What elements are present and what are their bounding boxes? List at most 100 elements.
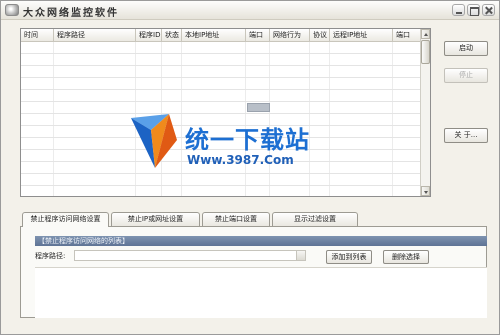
table-cell [162, 90, 182, 101]
watermark-url: Www.3987.Com [187, 153, 294, 167]
close-button[interactable] [482, 4, 495, 16]
table-cell [393, 162, 421, 173]
table-cell [330, 162, 393, 173]
table-cell [393, 138, 421, 149]
title-bar[interactable]: 大众网络监控软件 [1, 1, 499, 20]
table-cell [330, 66, 393, 77]
column-header[interactable]: 远程IP地址 [330, 29, 393, 42]
vertical-scrollbar[interactable] [420, 29, 430, 196]
table-cell [182, 186, 246, 196]
table-cell [270, 90, 310, 101]
table-cell [162, 54, 182, 65]
blocked-program-list[interactable] [35, 267, 487, 319]
table-cell [310, 90, 330, 101]
table-cell [330, 102, 393, 113]
table-cell [246, 42, 270, 53]
table-cell [162, 66, 182, 77]
table-row[interactable] [21, 186, 421, 196]
table-row[interactable] [21, 90, 421, 102]
table-header: 时间 程序路径 程序ID 状态 本地IP地址 端口 网络行为 协议 远程IP地址… [21, 29, 421, 42]
column-header[interactable]: 端口 [393, 29, 421, 42]
column-header[interactable]: 状态 [162, 29, 182, 42]
table-cell [21, 42, 54, 53]
table-cell [270, 42, 310, 53]
watermark-brand: 统一下载站 [185, 126, 310, 154]
scroll-up-icon[interactable] [421, 29, 430, 39]
table-cell [393, 114, 421, 125]
browse-icon[interactable] [296, 251, 305, 260]
column-header[interactable]: 时间 [21, 29, 54, 42]
table-cell [182, 90, 246, 101]
table-cell [54, 162, 136, 173]
table-cell [136, 186, 162, 196]
tab-block-port[interactable]: 禁止端口设置 [202, 212, 270, 226]
table-cell [310, 78, 330, 89]
column-header[interactable]: 本地IP地址 [182, 29, 246, 42]
table-cell [393, 90, 421, 101]
main-window: 大众网络监控软件 时间 程序路径 程序ID 状态 本地IP地址 端口 网络行为 … [0, 0, 500, 335]
table-cell [54, 90, 136, 101]
table-cell [393, 126, 421, 137]
table-cell [330, 138, 393, 149]
table-cell [310, 66, 330, 77]
table-cell [136, 42, 162, 53]
group-title: 【禁止程序访问网络的列表】 [35, 236, 487, 246]
table-cell [330, 114, 393, 125]
column-header[interactable]: 端口 [246, 29, 270, 42]
table-cell [246, 54, 270, 65]
tab-display-filter[interactable]: 显示过滤设置 [272, 212, 358, 226]
table-cell [136, 54, 162, 65]
table-cell [54, 114, 136, 125]
table-cell [393, 54, 421, 65]
table-row[interactable] [21, 54, 421, 66]
table-cell [330, 90, 393, 101]
table-cell [246, 78, 270, 89]
maximize-button[interactable] [467, 4, 480, 16]
table-cell [162, 42, 182, 53]
table-cell [330, 150, 393, 161]
column-header[interactable]: 网络行为 [270, 29, 310, 42]
table-cell [330, 78, 393, 89]
table-cell [21, 186, 54, 196]
tab-panel: 【禁止程序访问网络的列表】 程序路径: 添加到列表 删除选择 [20, 226, 487, 319]
stop-button[interactable]: 停止 [444, 68, 488, 83]
table-cell [54, 66, 136, 77]
table-cell [162, 78, 182, 89]
table-cell [246, 186, 270, 196]
path-input[interactable] [74, 250, 306, 261]
table-cell [54, 78, 136, 89]
tab-block-program[interactable]: 禁止程序访问网络设置 [22, 212, 109, 227]
table-cell [246, 90, 270, 101]
scroll-thumb[interactable] [421, 40, 430, 64]
table-row[interactable] [21, 66, 421, 78]
tab-block-ip[interactable]: 禁止IP或网址设置 [111, 212, 200, 226]
table-cell [136, 78, 162, 89]
table-cell [330, 42, 393, 53]
table-cell [182, 78, 246, 89]
table-cell [162, 186, 182, 196]
table-cell [182, 42, 246, 53]
table-row[interactable] [21, 78, 421, 90]
scroll-down-icon[interactable] [421, 186, 430, 196]
start-button[interactable]: 启动 [444, 41, 488, 56]
add-to-list-button[interactable]: 添加到列表 [326, 250, 372, 264]
about-button[interactable]: 关 于... [444, 128, 488, 143]
column-header[interactable]: 协议 [310, 29, 330, 42]
table-cell [393, 78, 421, 89]
table-cell [54, 102, 136, 113]
table-cell [330, 54, 393, 65]
delete-selected-button[interactable]: 删除选择 [383, 250, 429, 264]
minimize-button[interactable] [452, 4, 465, 16]
table-cell [21, 66, 54, 77]
table-cell [21, 174, 54, 185]
table-cell [270, 66, 310, 77]
table-row[interactable] [21, 42, 421, 54]
table-cell [21, 138, 54, 149]
column-header[interactable]: 程序ID [136, 29, 162, 42]
table-cell [136, 66, 162, 77]
table-cell [310, 186, 330, 196]
table-cell [54, 42, 136, 53]
table-cell [310, 42, 330, 53]
table-cell [21, 126, 54, 137]
column-header[interactable]: 程序路径 [54, 29, 136, 42]
